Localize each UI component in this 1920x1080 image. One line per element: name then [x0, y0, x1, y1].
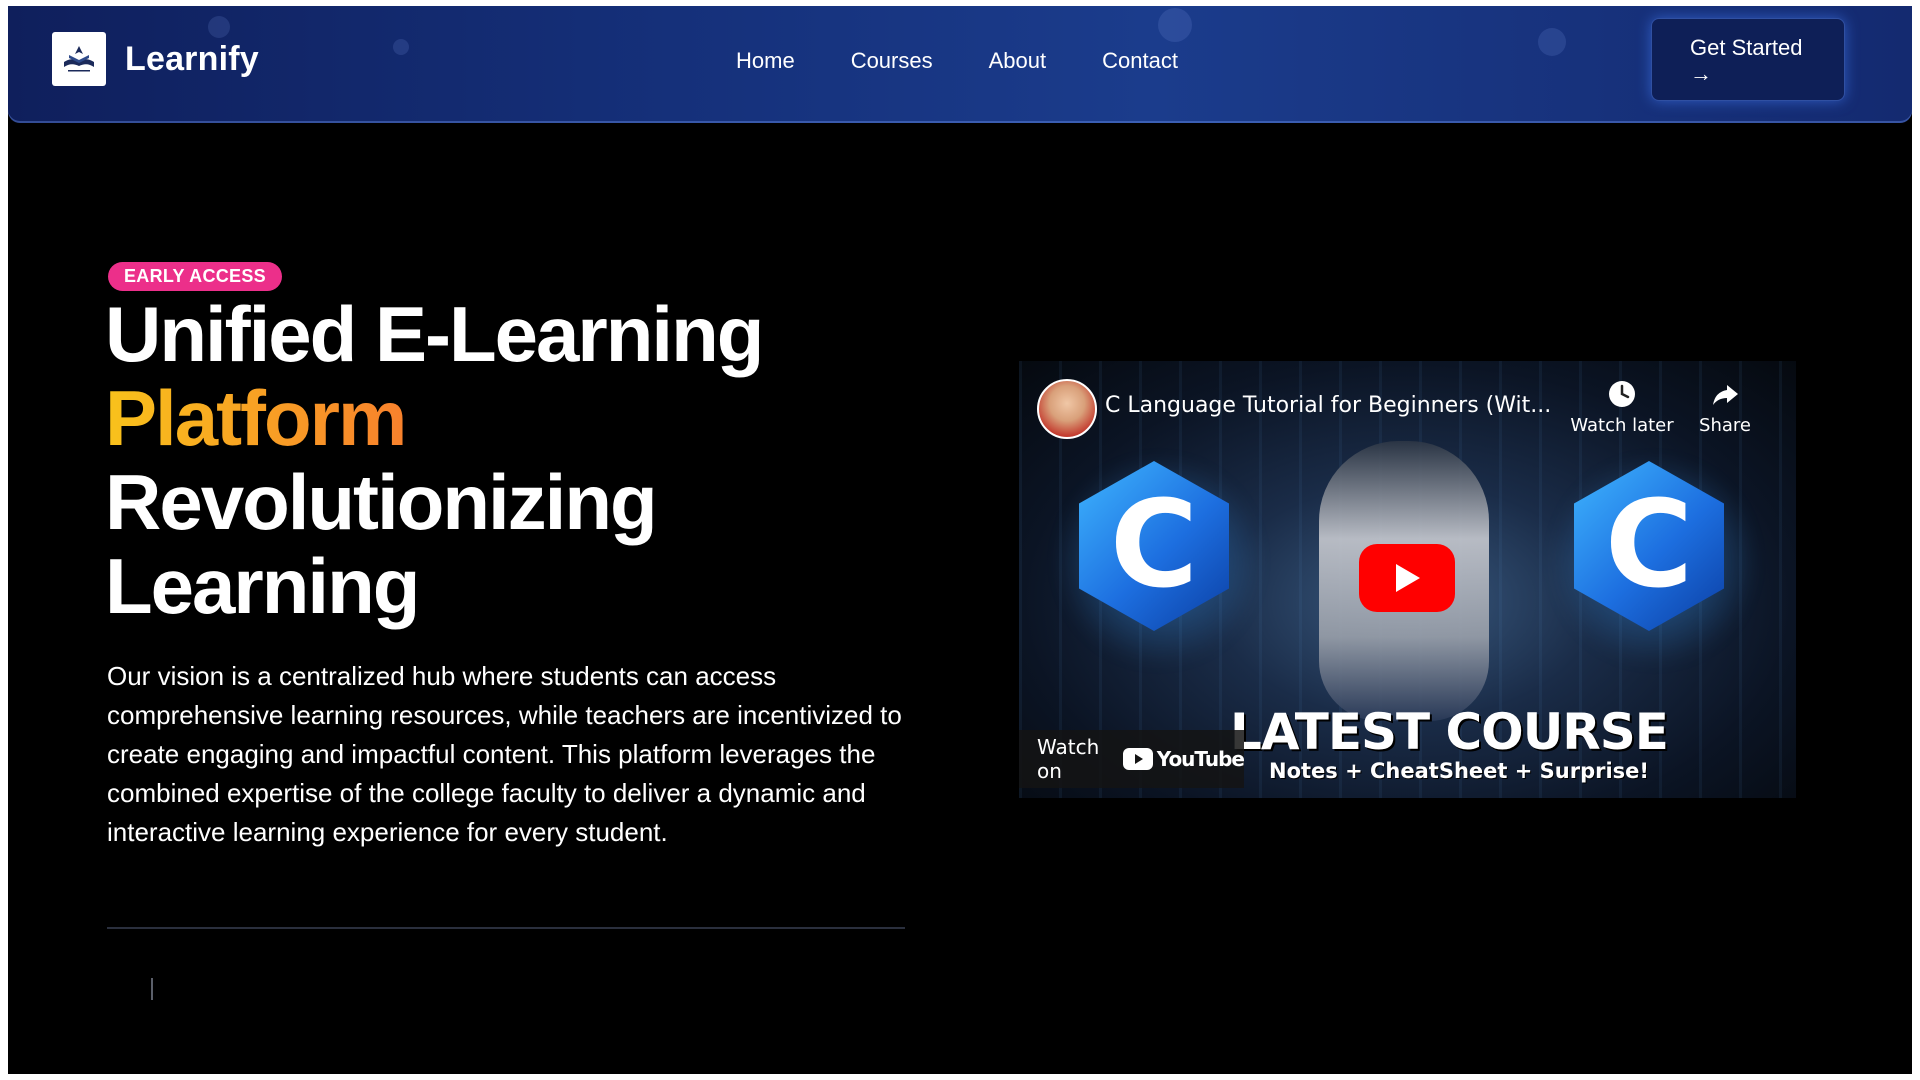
watch-on-label: Watch on	[1037, 735, 1100, 783]
share-arrow-icon	[1713, 385, 1738, 405]
youtube-play-mark-icon	[1122, 748, 1153, 770]
hero-description: Our vision is a centralized hub where st…	[107, 661, 902, 847]
headline-line-3: Revolutionizing	[105, 458, 658, 546]
hero-divider	[107, 927, 905, 929]
get-started-label: Get Started	[1690, 34, 1803, 60]
hero-headline: Unified E-Learning Platform Revolutioniz…	[105, 290, 764, 630]
nav-links: Home Courses About Contact	[736, 48, 1178, 74]
headline-line-1: Unified E-Learning	[105, 290, 764, 378]
arrow-right-icon: →	[1690, 60, 1712, 86]
nav-contact[interactable]: Contact	[1102, 48, 1178, 74]
brand-logo[interactable]	[52, 32, 106, 86]
nav-about[interactable]: About	[989, 48, 1047, 74]
brand-name[interactable]: Learnify	[125, 40, 259, 79]
thumbnail-headline: LATEST COURSE	[1230, 703, 1669, 761]
text-cursor	[151, 978, 153, 1000]
watch-later-button[interactable]: Watch later	[1567, 379, 1677, 436]
early-access-badge: EARLY ACCESS	[108, 262, 282, 291]
get-started-button[interactable]: Get Started →	[1651, 18, 1845, 101]
headline-highlight: Platform	[105, 376, 762, 460]
play-icon	[1396, 564, 1420, 592]
decor-bubble	[1538, 28, 1566, 56]
nav-home[interactable]: Home	[736, 48, 795, 74]
decor-bubble	[393, 39, 409, 55]
youtube-logo-icon: YouTube	[1122, 747, 1245, 771]
nav-courses[interactable]: Courses	[851, 48, 933, 74]
share-button[interactable]: Share	[1685, 379, 1765, 436]
video-title[interactable]: C Language Tutorial for Beginners (Wit..…	[1105, 393, 1555, 418]
channel-avatar[interactable]	[1037, 379, 1097, 439]
play-button[interactable]	[1359, 544, 1455, 612]
thumbnail-subline: Notes + CheatSheet + Surprise!	[1269, 759, 1649, 783]
decor-bubble	[208, 16, 230, 38]
youtube-embed[interactable]: C C C Language Tutorial for Beginners (W…	[1019, 361, 1796, 798]
watch-later-label: Watch later	[1570, 415, 1674, 436]
page-frame: Learnify Home Courses About Contact Get …	[8, 6, 1912, 1074]
headline-line-4: Learning	[105, 542, 420, 630]
share-label: Share	[1699, 415, 1751, 436]
decor-bubble	[1158, 8, 1192, 42]
clock-icon	[1609, 381, 1635, 407]
book-logo-icon	[64, 46, 94, 72]
navbar: Learnify Home Courses About Contact Get …	[8, 6, 1912, 123]
youtube-wordmark: YouTube	[1156, 747, 1245, 771]
watch-on-youtube-link[interactable]: Watch on YouTube	[1019, 730, 1245, 788]
